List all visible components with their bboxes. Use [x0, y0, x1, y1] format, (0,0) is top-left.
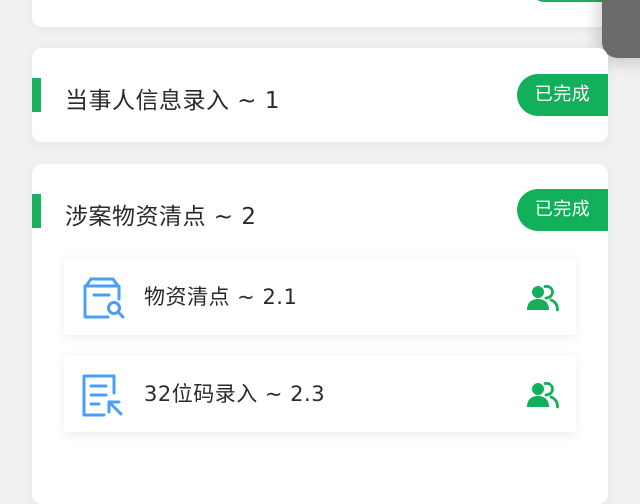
section-accent-stripe [32, 78, 41, 112]
list-item-label: 32位码录入 ~ 2.3 [144, 382, 326, 406]
users-icon[interactable] [526, 283, 560, 313]
form-entry-icon [82, 374, 123, 417]
previous-section-card [32, 0, 608, 27]
list-item-material-count[interactable]: 物资清点 ~ 2.1 [64, 259, 576, 335]
section-accent-stripe [32, 194, 41, 228]
section-card-material-inventory[interactable]: 涉案物资清点 ~ 2 已完成 物资清点 ~ 2.1 32位码录入 ~ 2.3 [32, 164, 608, 504]
status-badge[interactable]: 已完成 [517, 74, 608, 116]
users-icon[interactable] [526, 380, 560, 410]
section-card-party-info[interactable]: 当事人信息录入 ~ 1 已完成 [32, 48, 608, 142]
floating-action-button[interactable] [602, 0, 640, 58]
status-badge[interactable]: 已完成 [517, 189, 608, 231]
list-item-label: 物资清点 ~ 2.1 [144, 285, 298, 309]
previous-status-badge[interactable] [532, 0, 612, 2]
section-title: 当事人信息录入 ~ 1 [65, 88, 281, 114]
box-search-icon [83, 277, 125, 319]
section-title: 涉案物资清点 ~ 2 [65, 204, 257, 230]
list-item-code-entry[interactable]: 32位码录入 ~ 2.3 [64, 356, 576, 432]
